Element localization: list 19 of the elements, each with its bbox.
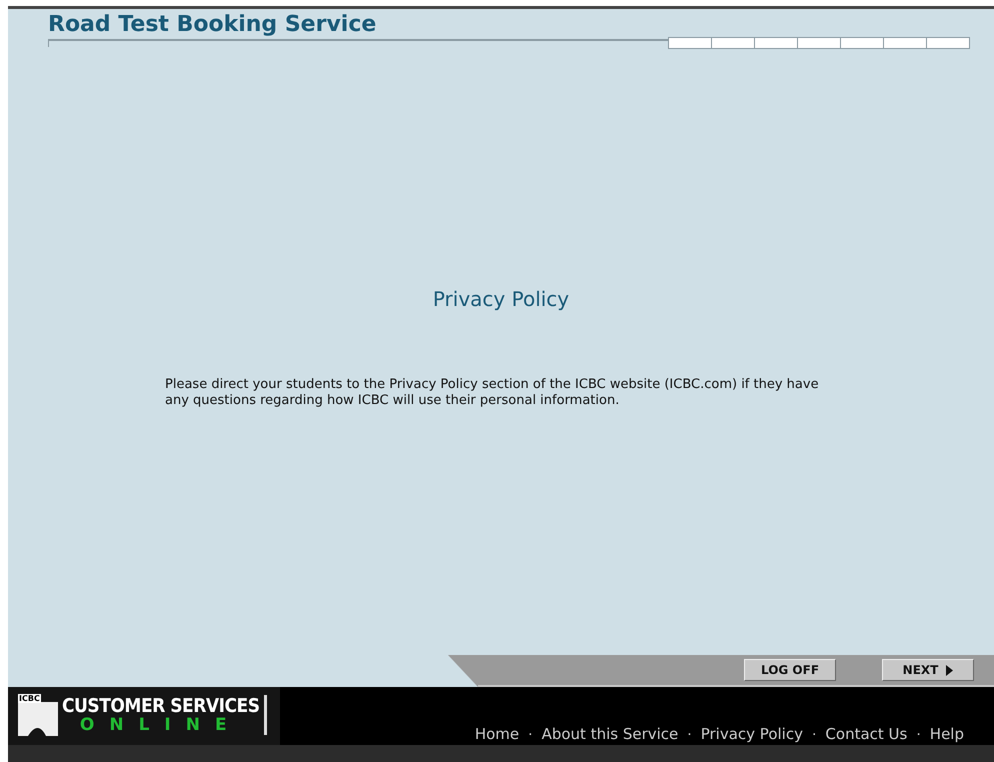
footer-link[interactable]: About this Service <box>542 725 678 743</box>
logo-title: CUSTOMER SERVICES <box>62 696 260 716</box>
footer-link[interactable]: Privacy Policy <box>700 725 803 743</box>
separator-dot: · <box>528 727 533 743</box>
separator-dot: · <box>812 727 816 743</box>
footer-link[interactable]: Help <box>930 725 964 743</box>
footer-link[interactable]: Home <box>474 725 520 743</box>
logo-subtitle: ONLINE <box>80 716 242 734</box>
page-title: Road Test Booking Service <box>48 11 378 39</box>
logo-badge: ICBC <box>18 694 41 703</box>
next-button[interactable]: NEXT <box>882 659 974 681</box>
separator-dot: · <box>916 727 921 743</box>
section-heading: Privacy Policy <box>432 287 570 311</box>
log-off-button[interactable]: LOG OFF <box>744 659 836 681</box>
divider-icon <box>264 695 267 735</box>
footer-link[interactable]: Contact Us <box>825 725 908 743</box>
policy-paragraph: Please direct your students to the Privacy Policy section of the ICBC website (ICBC.com) if they have any questions regarding how ICBC will use their personal information. <box>165 377 820 409</box>
play-icon <box>946 664 954 676</box>
separator-dot: · <box>687 727 692 743</box>
